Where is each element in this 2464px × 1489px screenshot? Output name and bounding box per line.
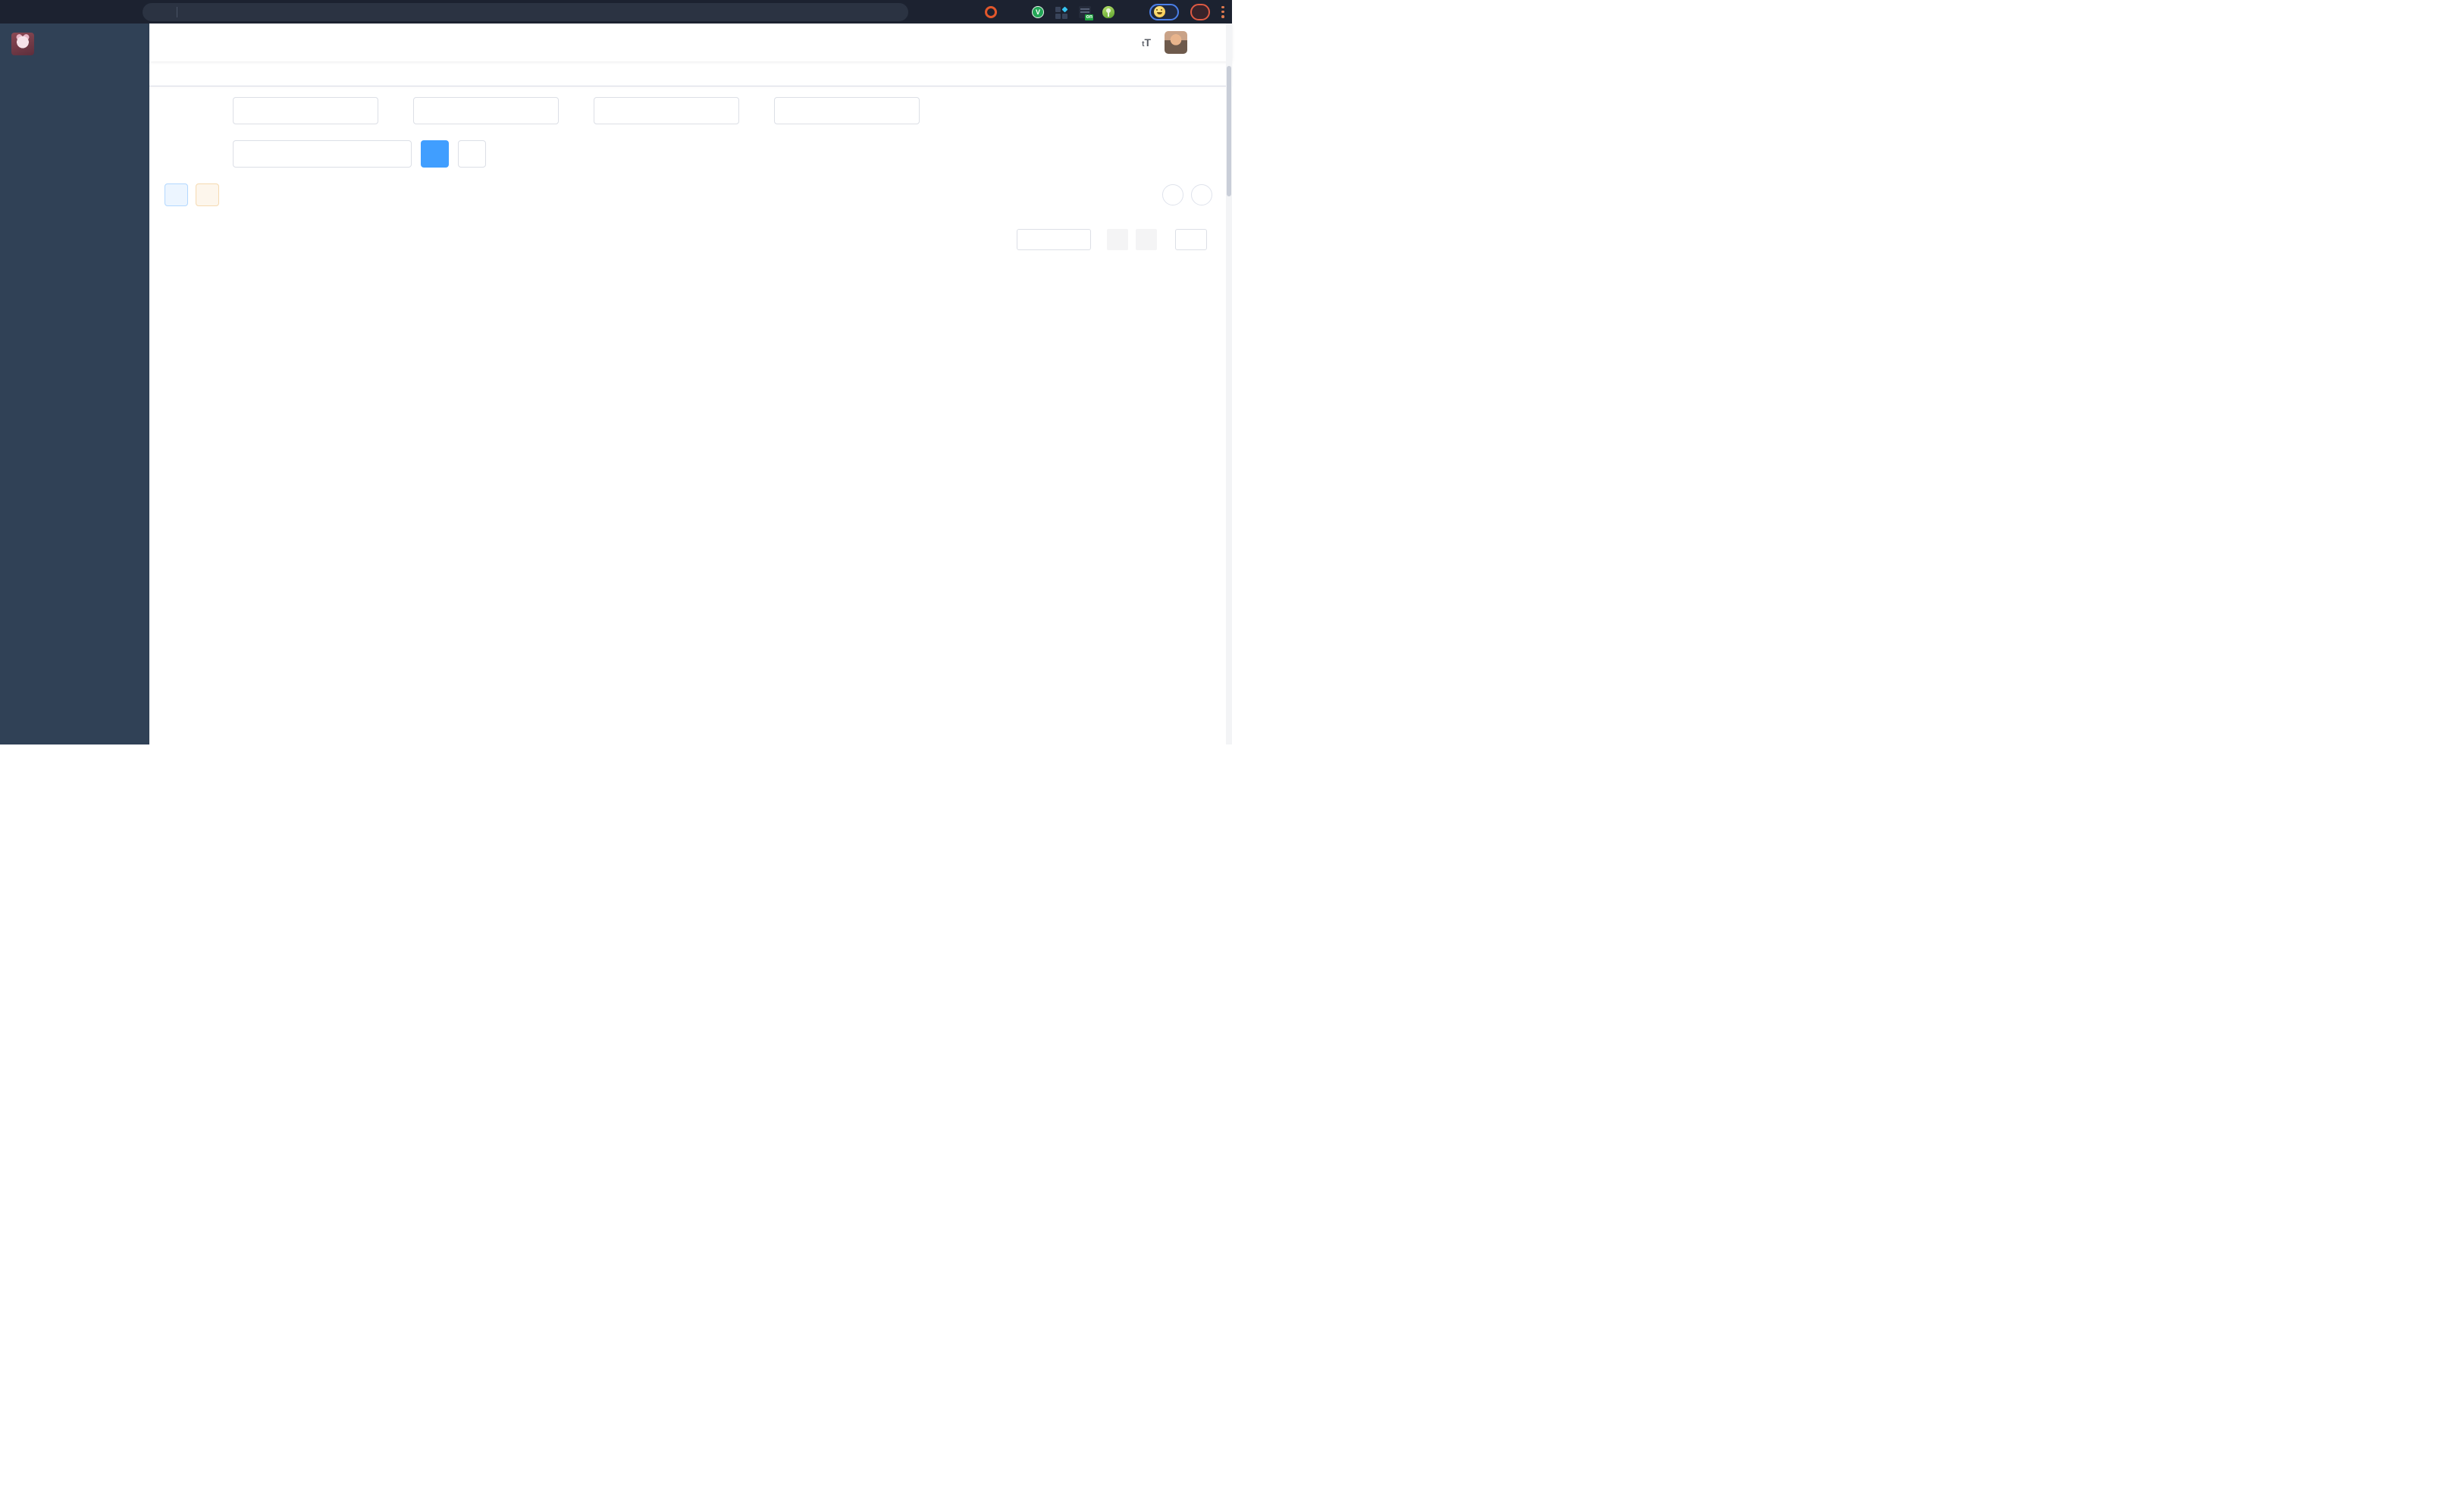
error-message-input[interactable]: [775, 98, 919, 124]
reload-icon[interactable]: [82, 6, 94, 18]
add-button[interactable]: [165, 183, 188, 206]
browser-chrome: V on: [0, 0, 1232, 24]
fullscreen-icon[interactable]: [1114, 36, 1128, 49]
filter-create-time: [165, 140, 412, 168]
home-icon[interactable]: [117, 6, 129, 18]
chrome-right-cluster: V on: [961, 4, 1224, 20]
search-button[interactable]: [421, 140, 449, 168]
page-content: [149, 86, 1232, 744]
kebab-menu-icon[interactable]: [1221, 6, 1224, 18]
font-size-icon[interactable]: tT: [1142, 37, 1151, 49]
filter-error-type: [165, 97, 378, 124]
paused-badge[interactable]: [1149, 4, 1179, 20]
search-icon[interactable]: [1033, 36, 1046, 49]
app-name-input-box: [413, 97, 559, 124]
navbar: tT: [149, 24, 1232, 61]
error-code-input[interactable]: [594, 98, 738, 124]
tags-view: [149, 61, 1232, 86]
filter-error-code: [585, 97, 739, 124]
page-jumper: [1170, 229, 1212, 250]
calendar-icon: [241, 149, 252, 159]
chevron-down-icon: [361, 106, 370, 115]
app-name-input[interactable]: [414, 98, 558, 124]
avatar[interactable]: [1165, 31, 1187, 54]
reset-button[interactable]: [458, 140, 486, 168]
error-type-select[interactable]: [233, 97, 378, 124]
main-area: tT: [149, 24, 1232, 744]
logo-rabbit-image: [11, 33, 34, 55]
toggle-search-button[interactable]: [1162, 184, 1183, 205]
toolbar-right: [1162, 184, 1217, 205]
chevron-down-icon[interactable]: [1201, 39, 1209, 47]
prev-page-button[interactable]: [1107, 229, 1128, 250]
extension-green-icon[interactable]: V: [1032, 6, 1044, 18]
extensions-puzzle-icon[interactable]: [1126, 6, 1138, 18]
forward-icon[interactable]: [47, 6, 59, 18]
update-button[interactable]: [1190, 4, 1210, 20]
github-icon[interactable]: [1060, 36, 1074, 49]
extension-gem-icon[interactable]: [1008, 6, 1020, 18]
sidebar-logo-row[interactable]: [0, 24, 149, 64]
pagination: [165, 216, 1217, 250]
next-page-button[interactable]: [1136, 229, 1157, 250]
refresh-table-button[interactable]: [1191, 184, 1212, 205]
extension-tabs-icon[interactable]: on: [1079, 6, 1091, 18]
extension-key-icon[interactable]: [1102, 6, 1114, 18]
error-code-input-box: [594, 97, 739, 124]
emoji-face-icon: [1154, 6, 1165, 17]
extension-grid-icon[interactable]: [1055, 6, 1067, 18]
warning-icon: [152, 7, 161, 17]
on-badge: on: [1085, 14, 1093, 20]
app-frame: tT: [0, 24, 1232, 744]
page-scrollbar[interactable]: [1226, 24, 1232, 744]
export-button[interactable]: [196, 183, 219, 206]
address-bar[interactable]: [143, 3, 908, 21]
scrollbar-thumb[interactable]: [1227, 66, 1231, 196]
jump-page-input[interactable]: [1175, 229, 1207, 250]
filter-error-message: [765, 97, 920, 124]
bookmark-star-icon[interactable]: [961, 6, 973, 18]
extension-orange-icon[interactable]: [985, 6, 997, 18]
date-range-picker[interactable]: [233, 140, 412, 168]
filter-app-name: [404, 97, 559, 124]
help-icon[interactable]: [1087, 36, 1101, 49]
sidebar: [0, 24, 149, 744]
page-size-select[interactable]: [1017, 229, 1091, 250]
filter-row-2: [165, 140, 1217, 168]
table-toolbar: [165, 183, 1217, 206]
navbar-right: tT: [1033, 31, 1220, 54]
sidebar-menu: [0, 64, 149, 744]
back-icon[interactable]: [12, 6, 24, 18]
hamburger-icon[interactable]: [161, 36, 176, 50]
error-message-input-box: [774, 97, 920, 124]
filter-row-1: [165, 97, 1217, 124]
